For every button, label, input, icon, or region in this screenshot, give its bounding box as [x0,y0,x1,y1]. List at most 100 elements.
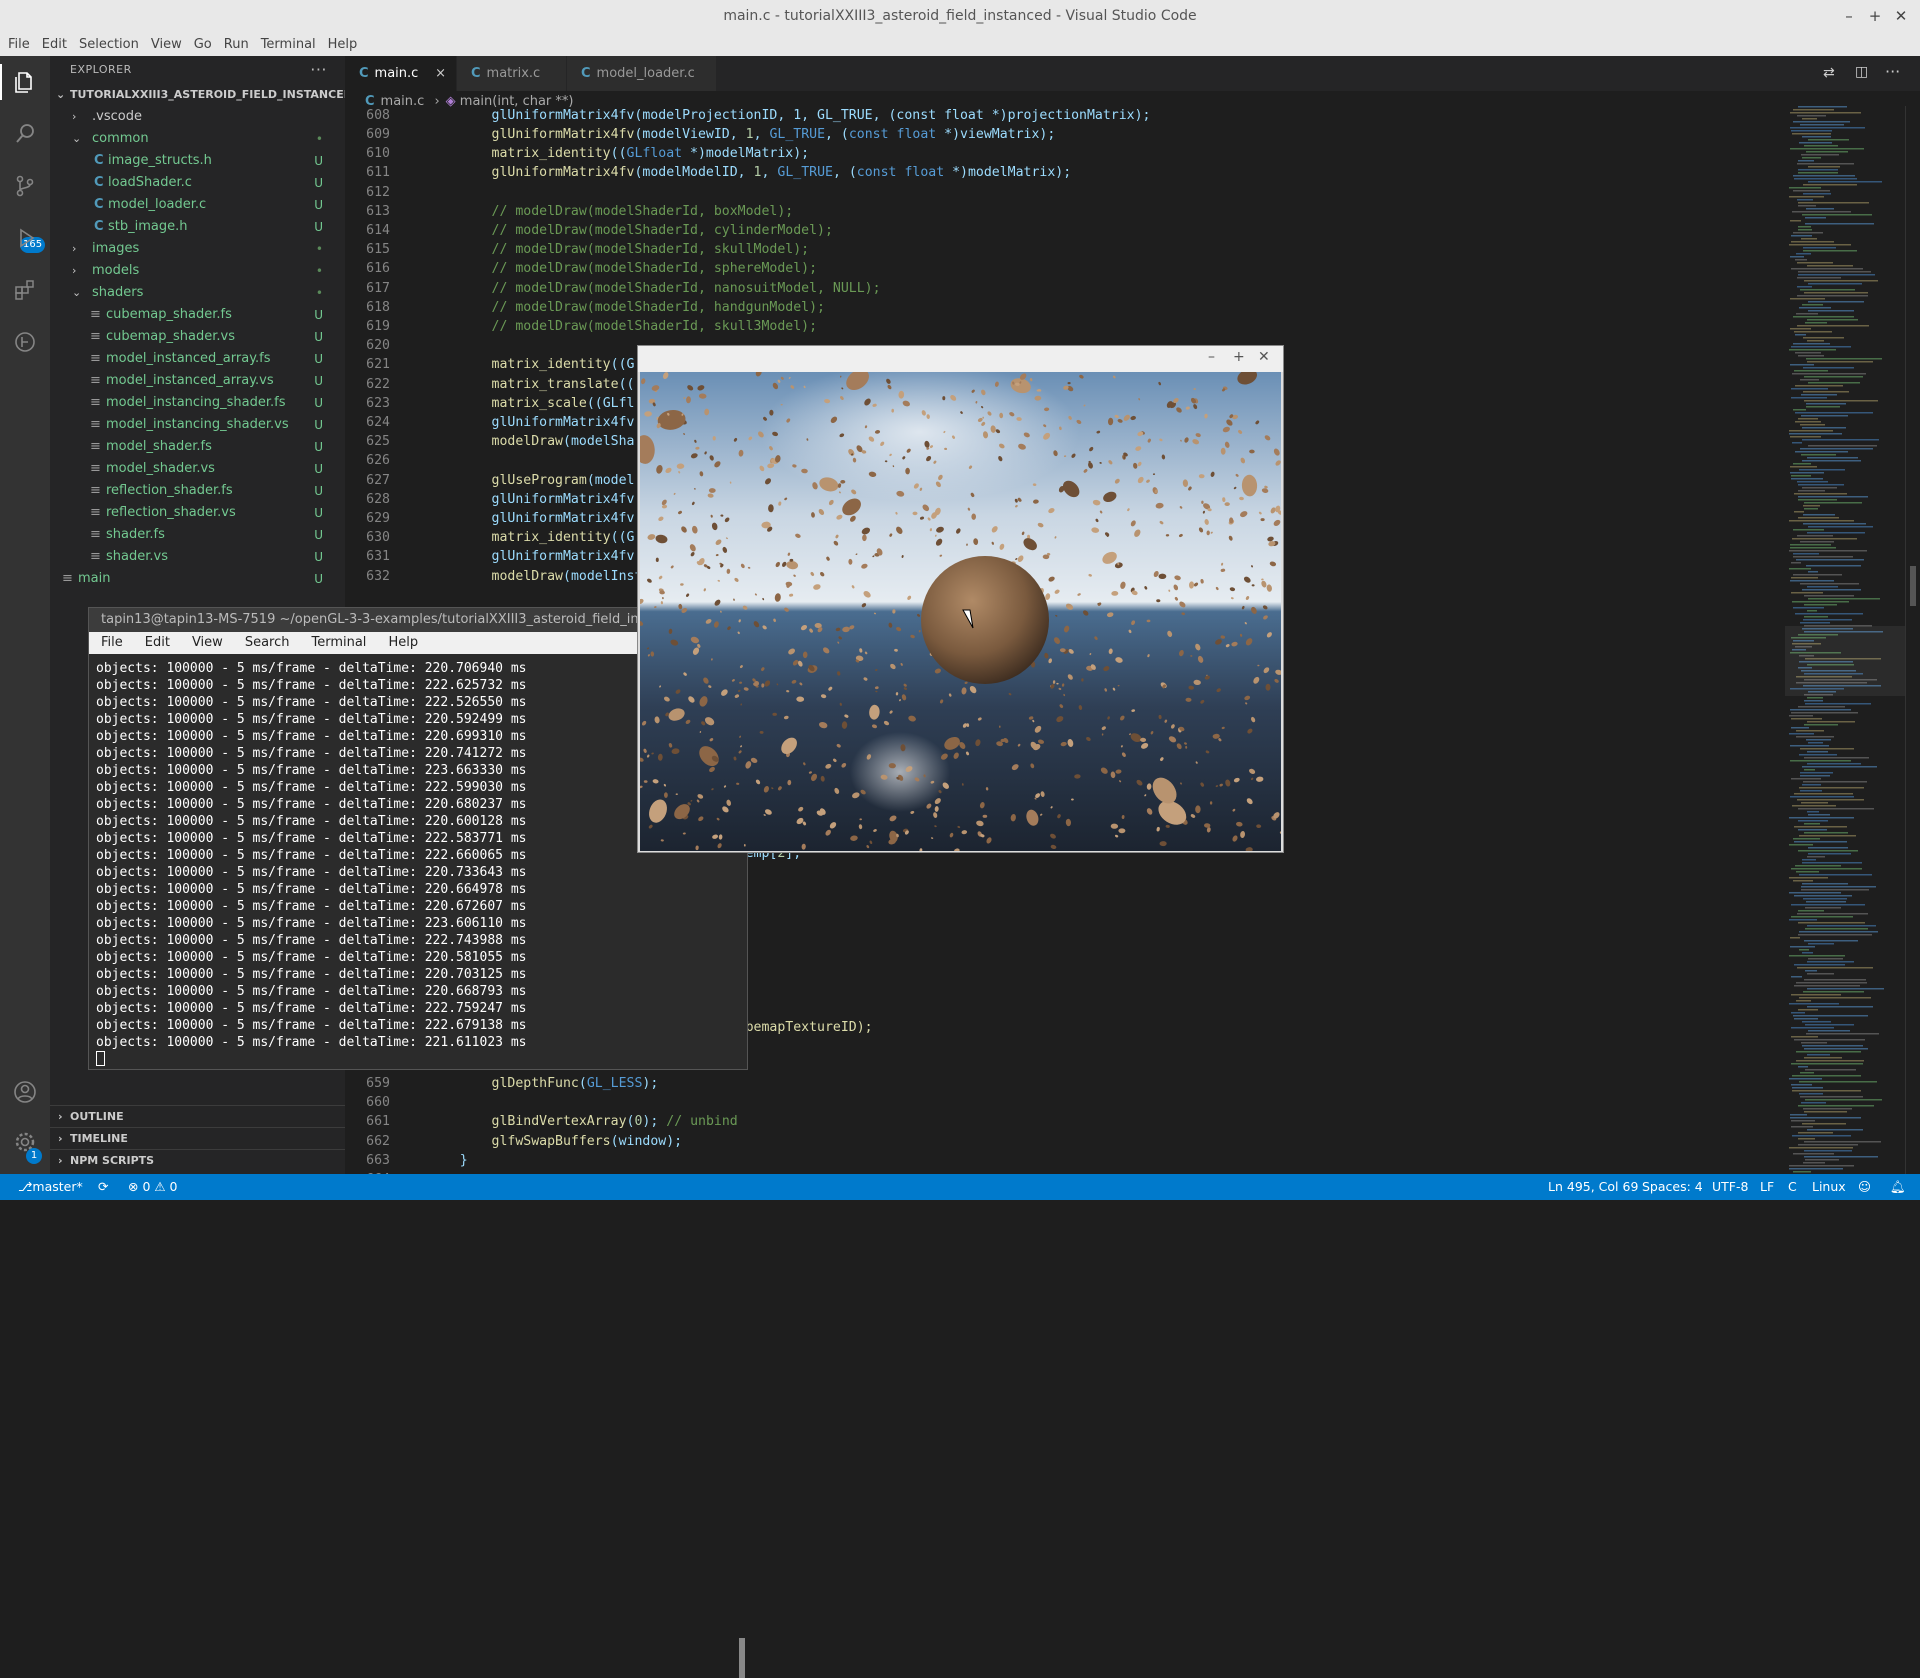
tree-item[interactable]: ⌄ shaders • [50,282,345,304]
editor-scrollbar[interactable] [1905,106,1920,1174]
code-line: 616 // modelDraw(modelShaderId, sphereMo… [366,261,818,277]
git-status-badge: U [314,352,323,366]
tree-item[interactable]: ≡ cubemap_shader.vs U [50,326,345,348]
terminal-line: objects: 100000 - 5 ms/frame - deltaTime… [96,950,527,965]
file-icon: ≡ [90,527,101,542]
tree-item[interactable]: Cimage_structs.h U [50,150,345,172]
terminal-menu-file[interactable]: File [101,632,123,654]
code-line: 611 glUniformMatrix4fv(modelModelID, 1, … [366,165,1072,181]
os-indicator[interactable]: Linux [1812,1174,1846,1200]
tree-item-label: model_instancing_shader.vs [106,417,289,432]
tree-item[interactable]: ⌄ common • [50,128,345,150]
code-line: 615 // modelDraw(modelShaderId, skullMod… [366,242,810,258]
terminal-menu-edit[interactable]: Edit [145,632,170,654]
tree-item[interactable]: ≡ model_shader.fs U [50,436,345,458]
file-icon: ≡ [62,571,73,586]
editor-more-icon[interactable]: ··· [1885,62,1900,81]
c-file-icon: C [94,175,104,190]
tab-matrix-c[interactable]: Cmatrix.c [457,56,567,91]
tree-item-label: cubemap_shader.vs [106,329,235,344]
tree-item[interactable]: ≡ model_instanced_array.vs U [50,370,345,392]
tab-model-loader-c[interactable]: Cmodel_loader.c [567,56,717,91]
extensions-icon[interactable] [13,278,37,302]
tree-item[interactable]: ≡ main U [50,568,345,590]
git-graph-icon[interactable] [13,330,37,354]
terminal-menu-terminal[interactable]: Terminal [311,632,366,654]
notifications-icon[interactable]: 🔔︎ [1890,1174,1906,1200]
git-status-badge: U [314,176,323,190]
source-control-icon[interactable] [13,174,37,198]
section-npm-scripts[interactable]: › NPM SCRIPTS [50,1149,345,1171]
terminal-menu-search[interactable]: Search [245,632,290,654]
opengl-window[interactable]: – + ✕ [637,345,1284,853]
compare-icon[interactable]: ⇄ [1823,65,1835,81]
terminal-line: objects: 100000 - 5 ms/frame - deltaTime… [96,899,527,914]
gl-minimize-icon[interactable]: – [1208,349,1215,365]
explorer-icon[interactable] [13,70,37,94]
tree-item[interactable]: ≡ model_shader.vs U [50,458,345,480]
terminal-line: objects: 100000 - 5 ms/frame - deltaTime… [96,865,527,880]
file-icon: ≡ [90,329,101,344]
window-title: main.c - tutorialXXIII3_asteroid_field_i… [723,8,1197,24]
branch-indicator[interactable]: ⎇ master* [18,1174,83,1200]
run-debug-icon[interactable] [13,226,37,250]
tree-item-label: reflection_shader.vs [106,505,236,520]
terminal-scrollbar[interactable] [739,1638,745,1678]
sync-icon[interactable]: ⟳ [98,1174,108,1200]
gl-maximize-icon[interactable]: + [1233,349,1245,365]
tree-item-label: common [92,131,149,146]
terminal-menu-view[interactable]: View [192,632,223,654]
title-bar: main.c - tutorialXXIII3_asteroid_field_i… [0,0,1920,32]
menu-edit[interactable]: Edit [42,37,67,52]
tree-item[interactable]: ≡ model_instanced_array.fs U [50,348,345,370]
section-outline[interactable]: › OUTLINE [50,1105,345,1127]
tree-item[interactable]: Cmodel_loader.c U [50,194,345,216]
terminal-line: objects: 100000 - 5 ms/frame - deltaTime… [96,882,527,897]
line-ending[interactable]: LF [1760,1174,1774,1200]
tab-main-c[interactable]: Cmain.c × [345,56,457,91]
section-timeline[interactable]: › TIMELINE [50,1127,345,1149]
tree-item[interactable]: ≡ cubemap_shader.fs U [50,304,345,326]
tree-item[interactable]: ≡ model_instancing_shader.vs U [50,414,345,436]
more-actions-icon[interactable]: ··· [310,56,327,84]
file-icon: ≡ [90,461,101,476]
cursor-position[interactable]: Ln 495, Col 69 [1548,1174,1638,1200]
menu-file[interactable]: File [8,37,30,52]
account-icon[interactable] [13,1080,37,1104]
close-icon[interactable]: ✕ [1886,0,1916,32]
terminal-menu-help[interactable]: Help [388,632,418,654]
code-line: 660 [366,1095,390,1111]
tree-item[interactable]: › .vscode [50,106,345,128]
tree-item[interactable]: Cstb_image.h U [50,216,345,238]
tree-item[interactable]: ≡ reflection_shader.vs U [50,502,345,524]
terminal-line: objects: 100000 - 5 ms/frame - deltaTime… [96,916,527,931]
split-editor-icon[interactable]: ◫ [1855,64,1868,80]
indentation[interactable]: Spaces: 4 [1642,1174,1703,1200]
menu-terminal[interactable]: Terminal [261,37,316,52]
close-tab-icon[interactable]: × [435,56,446,91]
tree-item[interactable]: ≡ reflection_shader.fs U [50,480,345,502]
tree-item[interactable]: ≡ model_instancing_shader.fs U [50,392,345,414]
feedback-icon[interactable]: ☺ [1858,1174,1871,1200]
encoding[interactable]: UTF-8 [1712,1174,1748,1200]
opengl-titlebar[interactable]: – + ✕ [638,346,1283,372]
tree-item[interactable]: › images • [50,238,345,260]
gl-close-icon[interactable]: ✕ [1258,349,1270,365]
tree-item[interactable]: ≡ shader.vs U [50,546,345,568]
tree-item[interactable]: CloadShader.c U [50,172,345,194]
workspace-root[interactable]: ⌄ TUTORIALXXIII3_ASTEROID_FIELD_INSTANCE… [50,84,353,106]
language-mode[interactable]: C [1788,1174,1797,1200]
menu-run[interactable]: Run [224,37,249,52]
menu-selection[interactable]: Selection [79,37,139,52]
file-icon: ≡ [90,483,101,498]
menu-go[interactable]: Go [194,37,212,52]
tree-item[interactable]: › models • [50,260,345,282]
menu-help[interactable]: Help [328,37,358,52]
menu-view[interactable]: View [151,37,182,52]
tree-item[interactable]: ≡ shader.fs U [50,524,345,546]
code-line: 609 glUniformMatrix4fv(modelViewID, 1, G… [366,127,1056,142]
search-icon[interactable] [13,122,37,146]
chevron-right-icon: › [72,264,77,277]
minimap[interactable] [1785,106,1905,1174]
problems-indicator[interactable]: ⊗ 0 ⚠ 0 [128,1174,178,1200]
